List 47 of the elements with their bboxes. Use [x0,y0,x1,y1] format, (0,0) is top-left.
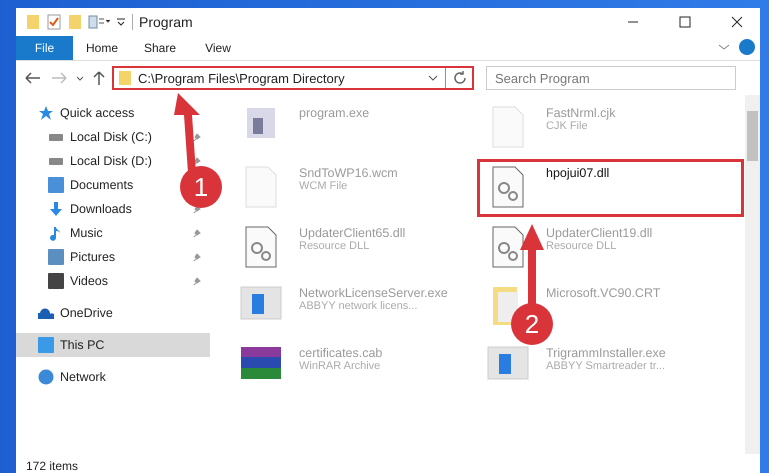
sidebar-item[interactable]: Pictures [70,250,116,264]
dropdown-icon[interactable] [427,73,439,83]
file-name[interactable]: hpojui07.dll [546,166,610,180]
arrow-icon [520,224,544,306]
sidebar-item[interactable]: Downloads [70,202,132,216]
sidebar-item[interactable]: Local Disk (C:) [70,130,152,144]
file-type: Resource DLL [299,240,370,252]
file-type: Resource DLL [546,240,618,252]
close-icon[interactable] [731,16,743,28]
file-type: WinRAR Archive [299,360,382,372]
down-arrow-icon [48,201,64,217]
drive-icon [48,134,64,140]
application-icon [240,286,282,320]
star-icon [38,105,54,121]
address-bar[interactable]: C:\Program Files\Program Directory [112,66,474,90]
gear-file-icon [492,226,524,268]
sidebar-item[interactable]: Network [60,370,106,384]
file-type: WCM File [299,180,348,192]
blank-file-icon [492,106,524,148]
refresh-icon[interactable] [452,70,468,86]
drive-icon [48,158,64,164]
blank-file-icon [245,166,277,208]
sidebar-item[interactable]: Local Disk (D:) [70,154,152,168]
window-title: Program [139,14,194,30]
ribbon-tab[interactable]: File [16,36,73,60]
sidebar-item[interactable]: OneDrive [60,306,113,320]
gear-file-icon [492,166,524,208]
properties-icon[interactable] [88,15,110,29]
file-type: CJK File [546,120,589,132]
program-icon [245,106,277,140]
sidebar-item[interactable]: Quick access [60,106,134,120]
sidebar-item[interactable]: Documents [70,178,134,192]
item-count: 172 items [26,459,78,473]
archive-icon [240,346,282,380]
file-type: ABBYY Smartreader tr... [546,360,666,372]
application-icon [487,346,529,380]
sidebar-item[interactable]: This PC [60,338,104,352]
scrollbar[interactable] [745,95,760,454]
sidebar-item[interactable]: Videos [70,274,108,288]
sidebar-item[interactable]: Music [70,226,103,240]
maximize-icon[interactable] [679,16,691,28]
checklist-icon[interactable] [46,14,62,30]
minimize-icon[interactable] [627,21,639,23]
file-type: ABBYY network licens... [299,300,418,312]
folder-icon [118,70,132,86]
search-field[interactable]: Search Program [486,66,736,90]
gear-file-icon [245,226,277,268]
